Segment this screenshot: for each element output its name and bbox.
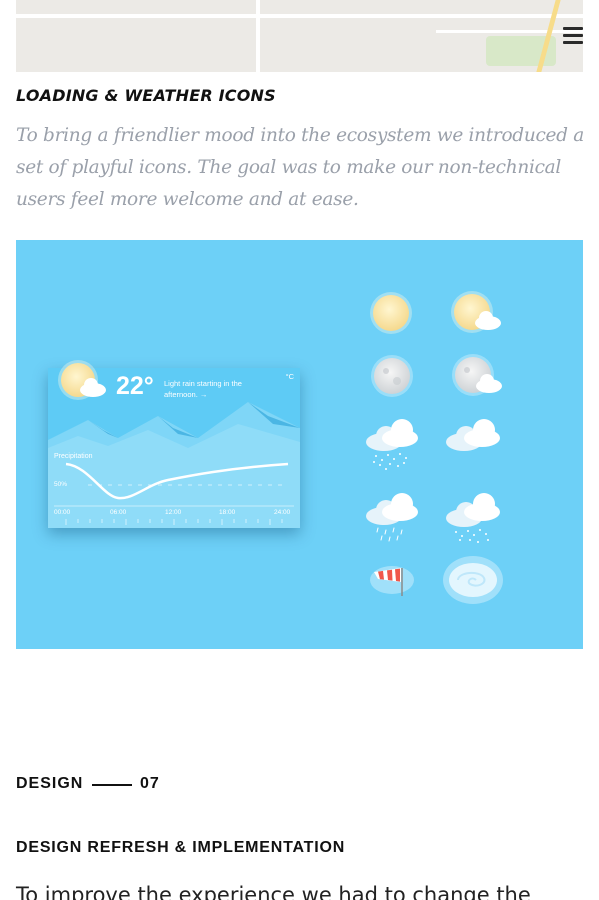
design-heading: DESIGN REFRESH & IMPLEMENTATION [16, 839, 346, 856]
design-label: DESIGN [16, 775, 84, 792]
widget-time-label: 12:00 [165, 509, 182, 516]
weather-icons-showcase: 22° Light rain starting in the afternoon… [16, 240, 583, 649]
widget-unit-toggle[interactable]: °C [286, 372, 294, 381]
design-step-indicator: DESIGN 07 [16, 775, 216, 795]
moon-behind-cloud-icon [452, 354, 502, 396]
widget-forecast-text: Light rain starting in the afternoon. → [164, 379, 242, 399]
widget-time-axis: 00:00 06:00 12:00 18:00 24:00 [48, 509, 300, 519]
widget-time-label: 00:00 [54, 509, 71, 516]
widget-time-label: 24:00 [274, 509, 291, 516]
rain-cloud-icon-2 [446, 493, 500, 543]
hamburger-menu-icon[interactable] [561, 24, 585, 46]
design-paragraph: To improve the experience we had to chan… [16, 883, 531, 900]
sun-icon [370, 292, 412, 334]
fog-swirl-icon [443, 556, 503, 604]
section-heading: LOADING & WEATHER ICONS [16, 86, 276, 105]
widget-time-label: 06:00 [110, 509, 127, 516]
map-preview [16, 0, 583, 72]
widget-temperature: 22° [116, 372, 154, 400]
rain-cloud-icon [366, 493, 418, 542]
widget-time-label: 18:00 [219, 509, 236, 516]
windsock-icon [370, 566, 414, 596]
sun-behind-cloud-icon [58, 360, 106, 400]
map-road [16, 14, 583, 18]
moon-icon [371, 355, 413, 397]
sun-behind-cloud-icon [451, 291, 501, 333]
snow-cloud-icon [366, 419, 418, 470]
step-number: 07 [140, 775, 160, 792]
widget-precipitation-label: Precipitation [54, 453, 93, 460]
section-paragraph: To bring a friendlier mood into the ecos… [16, 125, 585, 210]
step-divider [92, 784, 132, 786]
cloud-icon [446, 419, 500, 451]
widget-precipitation-percent: 50% [54, 481, 68, 488]
map-road [256, 0, 260, 72]
